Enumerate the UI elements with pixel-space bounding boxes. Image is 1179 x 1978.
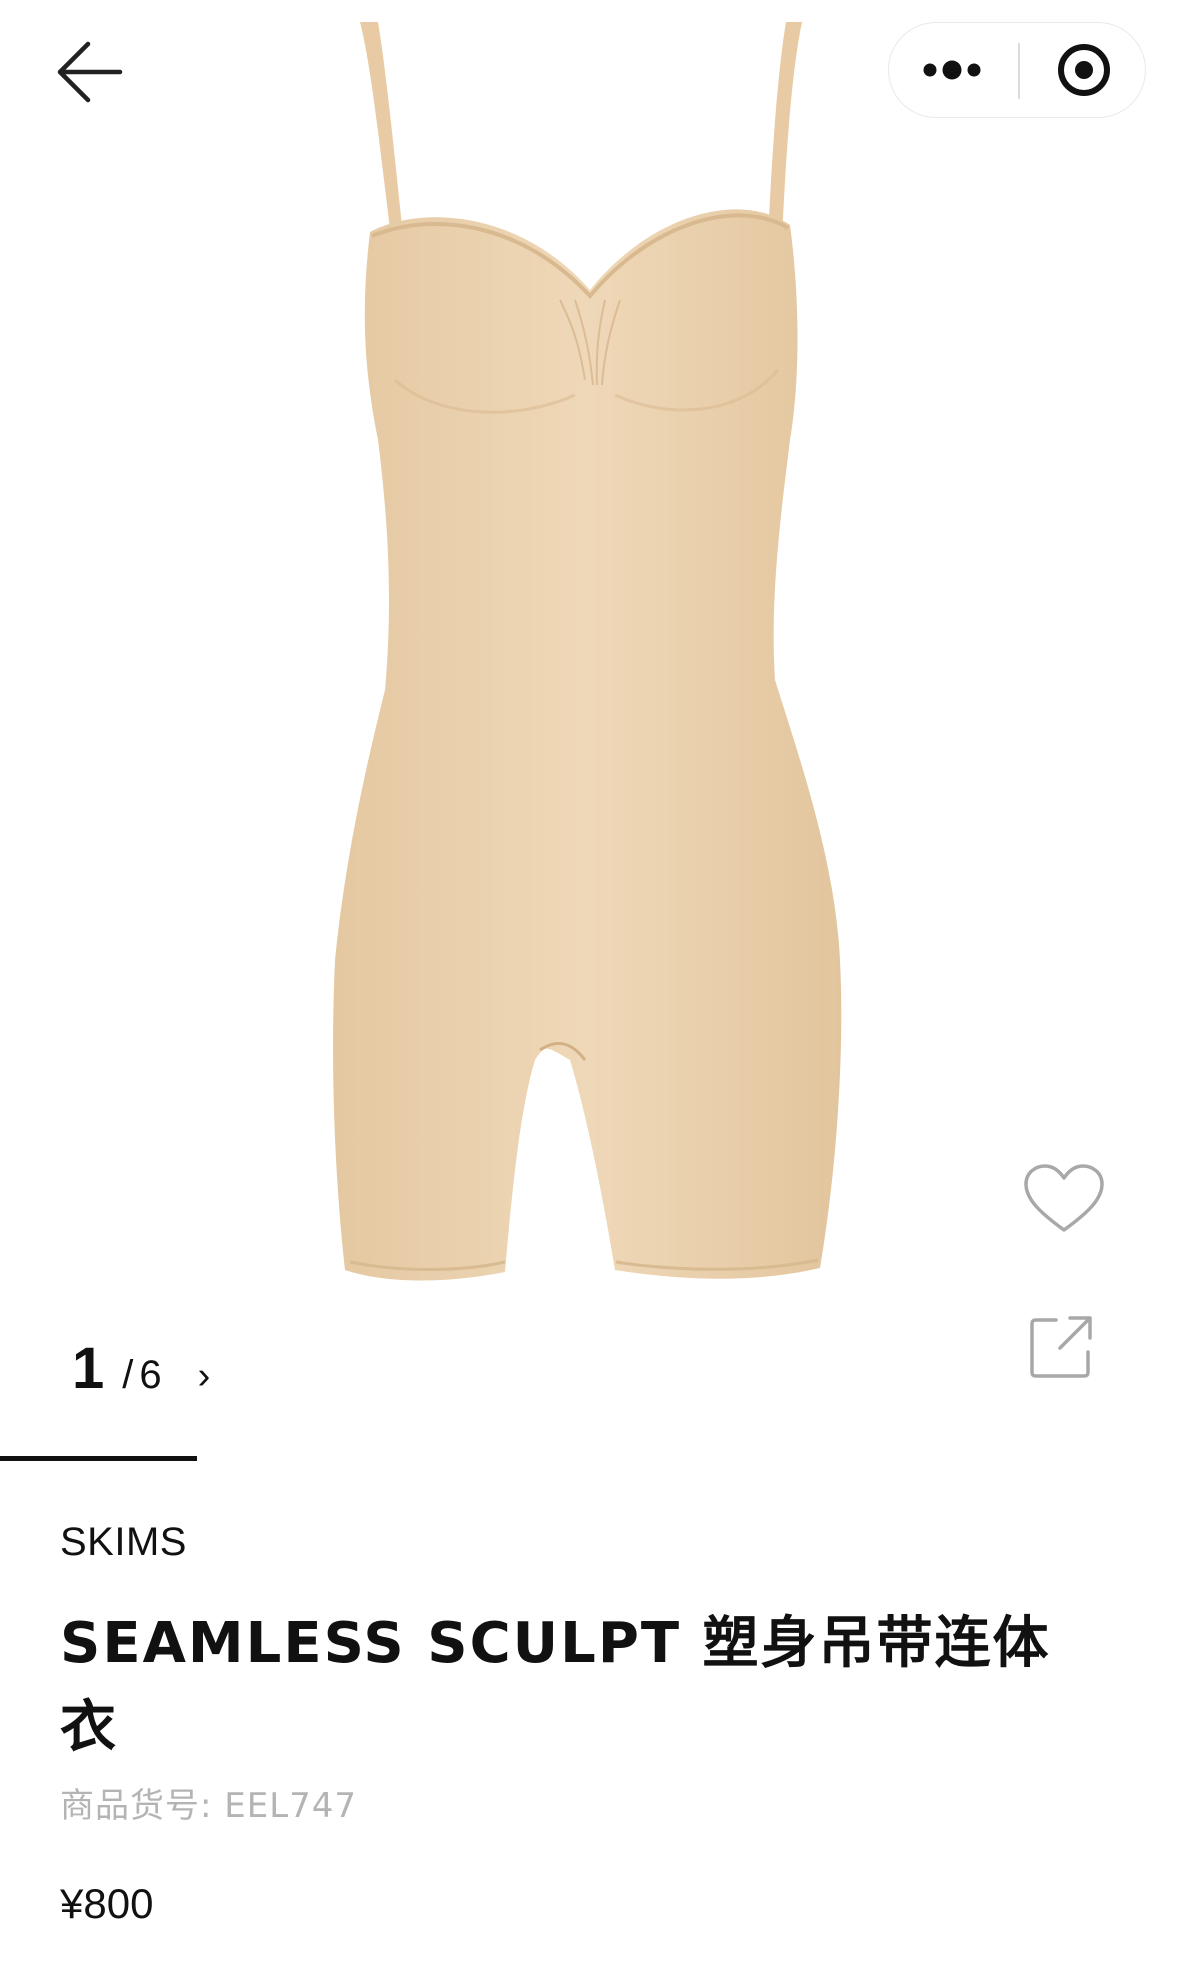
share-button[interactable] [1014, 1298, 1110, 1394]
chevron-right-icon[interactable]: › [198, 1355, 211, 1398]
product-image[interactable] [0, 0, 1179, 1330]
pager-separator: / [122, 1353, 134, 1397]
more-button[interactable] [897, 31, 1007, 109]
share-external-icon [1030, 1316, 1092, 1378]
product-title: SEAMLESS SCULPT 塑身吊带连体衣 [60, 1611, 1051, 1760]
heart-outline-icon [1024, 1164, 1104, 1232]
pager-current: 1 [72, 1336, 105, 1401]
gallery-progress [0, 1456, 1179, 1461]
pager-total: 6 [139, 1353, 162, 1397]
mini-program-capsule [888, 22, 1146, 118]
back-button[interactable] [52, 34, 128, 110]
gallery-progress-fill [0, 1456, 197, 1461]
favorite-button[interactable] [1012, 1152, 1116, 1244]
product-price: ¥800 [60, 1880, 154, 1927]
more-dots-icon [923, 60, 981, 80]
product-sku: 商品货号: EEL747 [60, 1786, 358, 1826]
arrow-left-icon [57, 41, 123, 103]
gallery-pager[interactable]: 1 / 6 › [72, 1335, 210, 1425]
product-gallery[interactable]: 1 / 6 › [0, 0, 1179, 1461]
close-button[interactable] [1029, 31, 1139, 109]
target-circle-icon [1058, 44, 1110, 96]
capsule-divider [1018, 43, 1020, 99]
brand-name[interactable]: SKIMS [60, 1520, 187, 1565]
